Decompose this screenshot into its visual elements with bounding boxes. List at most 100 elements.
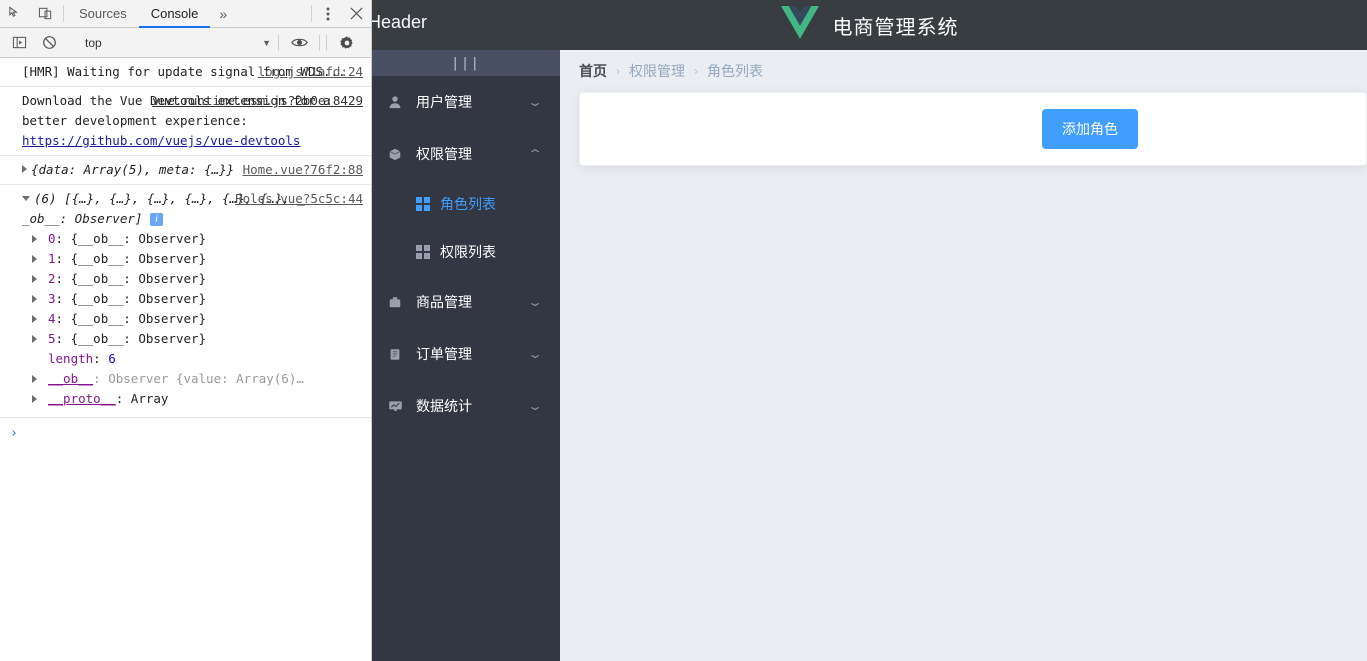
user-icon: [388, 95, 410, 109]
array-property-row[interactable]: 5: {__ob__: Observer}: [22, 329, 363, 349]
tab-sources[interactable]: Sources: [67, 0, 139, 27]
expand-triangle-icon[interactable]: [32, 395, 37, 403]
vue-devtools-link[interactable]: https://github.com/vuejs/vue-devtools: [22, 133, 300, 148]
sidebar-item-rights[interactable]: 权限管理 ⌃: [372, 128, 560, 180]
chart-icon: [388, 399, 410, 413]
console-log-list[interactable]: log.js?1afd:24 [HMR] Waiting for update …: [0, 58, 371, 661]
breadcrumb-item-home[interactable]: 首页: [579, 61, 607, 81]
chevron-up-icon: ⌃: [526, 147, 544, 161]
chevron-right-icon: ›: [616, 64, 620, 78]
close-icon[interactable]: [341, 0, 371, 27]
devtools-tabbar: Sources Console »: [0, 0, 371, 28]
expand-triangle-icon[interactable]: [32, 295, 37, 303]
array-property-row[interactable]: 0: {__ob__: Observer}: [22, 229, 363, 249]
expand-triangle-icon[interactable]: [32, 335, 37, 343]
property-key: 2: [48, 271, 56, 286]
tab-console[interactable]: Console: [138, 0, 211, 28]
array-property-row[interactable]: 4: {__ob__: Observer}: [22, 309, 363, 329]
chevron-down-icon: ▼: [262, 37, 271, 48]
clear-console-icon[interactable]: [34, 35, 64, 50]
property-value: {__ob__: Observer}: [70, 231, 207, 246]
expand-triangle-icon[interactable]: [32, 315, 37, 323]
chevron-double-right-icon[interactable]: »: [210, 0, 236, 27]
chevron-down-icon: ⌄: [526, 399, 544, 413]
expand-triangle-icon[interactable]: [22, 165, 27, 173]
log-source-link[interactable]: log.js?1afd:24: [258, 62, 363, 82]
log-message-prefix: Download: [22, 93, 90, 108]
property-value: {__ob__: Observer}: [70, 291, 207, 306]
property-key: 4: [48, 311, 56, 326]
vue-logo-icon: [780, 6, 819, 44]
array-property-rows: 0: {__ob__: Observer} 1: {__ob__: Observ…: [0, 229, 371, 413]
live-expression-eye-icon[interactable]: [282, 36, 316, 49]
property-value: {__ob__: Observer}: [70, 311, 207, 326]
device-toolbar-icon[interactable]: [30, 0, 60, 27]
property-value: Observer {value: Array(6)…: [108, 371, 304, 386]
briefcase-icon: [388, 295, 410, 309]
execution-context-selector[interactable]: top ▼: [75, 33, 275, 53]
sidebar-item-rights-list[interactable]: 权限列表: [372, 228, 560, 276]
console-log-entry-array[interactable]: Roles.vue?5c5c:44 (6) [{…}, {…}, {…}, {……: [0, 185, 371, 229]
property-key: __proto__: [48, 391, 116, 406]
add-role-button[interactable]: 添加角色: [1042, 109, 1138, 149]
console-log-entry[interactable]: vue.runtime.esm.js?2b0e:8429 Download th…: [0, 87, 371, 156]
sidebar-item-orders[interactable]: 订单管理 ⌄: [372, 328, 560, 380]
sidebar-item-label: 数据统计: [416, 398, 472, 414]
log-message: {data: Array(5), meta: {…}}: [22, 162, 234, 177]
property-key: 3: [48, 291, 56, 306]
array-property-row[interactable]: 1: {__ob__: Observer}: [22, 249, 363, 269]
array-property-row: length: 6: [48, 351, 116, 366]
execution-context-value: top: [85, 35, 102, 50]
app-container: Header 电商管理系统 ||| 用户管理 ⌄ 权限管理 ⌃ 角色列表 权限列…: [372, 0, 1367, 661]
console-log-entry[interactable]: log.js?1afd:24 [HMR] Waiting for update …: [0, 58, 371, 87]
sidebar-item-reports[interactable]: 数据统计 ⌄: [372, 380, 560, 432]
header-brand: 电商管理系统: [372, 0, 1367, 50]
log-source-link[interactable]: Roles.vue?5c5c:44: [235, 189, 363, 209]
expand-triangle-icon[interactable]: [32, 375, 37, 383]
console-prompt[interactable]: ›: [0, 418, 371, 450]
tabbar-spacer: [236, 0, 308, 27]
gear-icon[interactable]: [330, 35, 364, 51]
sidebar-item-label: 权限管理: [416, 146, 472, 162]
sidebar-item-goods[interactable]: 商品管理 ⌄: [372, 276, 560, 328]
array-property-row[interactable]: 2: {__ob__: Observer}: [22, 269, 363, 289]
console-toolbar: top ▼: [0, 28, 371, 58]
sidebar-collapse-toggle[interactable]: |||: [372, 50, 560, 76]
clipboard-icon: [388, 347, 410, 361]
sidebar-item-label: 角色列表: [440, 196, 496, 212]
inspect-element-icon[interactable]: [0, 0, 30, 27]
sidebar-item-label: 订单管理: [416, 346, 472, 362]
app-header: Header 电商管理系统: [372, 0, 1367, 50]
console-log-entry[interactable]: Home.vue?76f2:88 {data: Array(5), meta: …: [0, 156, 371, 185]
expand-triangle-icon[interactable]: [32, 255, 37, 263]
log-source-link[interactable]: Home.vue?76f2:88: [243, 160, 363, 180]
array-property-row[interactable]: __ob__: Observer {value: Array(6)…: [22, 369, 363, 389]
sidebar-item-label: 权限列表: [440, 244, 496, 260]
package-icon: [388, 147, 410, 161]
kebab-menu-icon[interactable]: [315, 0, 341, 27]
breadcrumb-item-role-list: 角色列表: [707, 63, 763, 79]
property-key: length: [48, 351, 94, 366]
console-toolbar-divider-2: [278, 34, 279, 51]
sidebar-item-users[interactable]: 用户管理 ⌄: [372, 76, 560, 128]
expand-triangle-icon[interactable]: [32, 235, 37, 243]
log-source-link[interactable]: vue.runtime.esm.js?2b0e:8429: [152, 91, 363, 111]
expand-triangle-icon[interactable]: [32, 275, 37, 283]
grid-icon: [416, 197, 430, 211]
breadcrumb-item-rights[interactable]: 权限管理: [629, 61, 685, 81]
breadcrumb: 首页 › 权限管理 › 角色列表: [560, 50, 1367, 92]
grid-icon: [416, 245, 430, 259]
property-value: 6: [108, 351, 116, 366]
console-toolbar-divider-3: [319, 34, 320, 51]
property-key: 0: [48, 231, 56, 246]
screen-root: Sources Console » top ▼ log.js?1afd:24 […: [0, 0, 1367, 661]
sidebar-item-role-list[interactable]: 角色列表: [372, 180, 560, 228]
collapse-triangle-icon[interactable]: [22, 196, 30, 201]
devtools-panel: Sources Console » top ▼ log.js?1afd:24 […: [0, 0, 372, 661]
array-property-row[interactable]: 3: {__ob__: Observer}: [22, 289, 363, 309]
chevron-down-icon: ⌄: [526, 95, 544, 109]
info-badge-icon[interactable]: i: [149, 213, 163, 226]
array-property-row[interactable]: __proto__: Array: [22, 389, 363, 409]
sidebar-item-label: 商品管理: [416, 294, 472, 310]
console-sidebar-icon[interactable]: [4, 35, 34, 50]
